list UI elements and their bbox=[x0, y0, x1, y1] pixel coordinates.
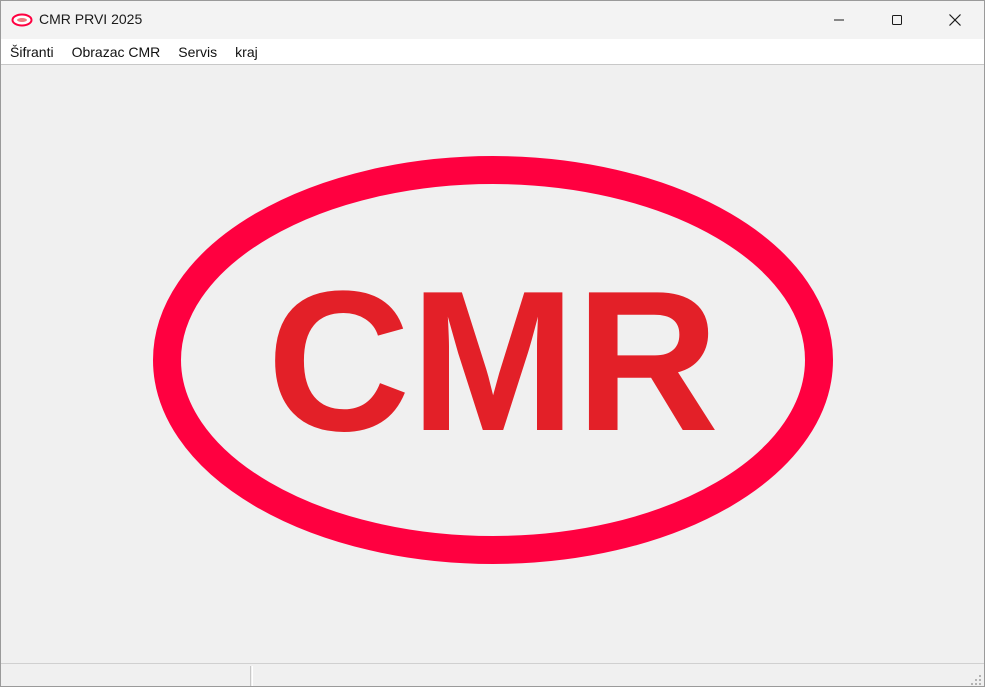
maximize-button[interactable] bbox=[868, 1, 926, 39]
cmr-logo: CMR bbox=[153, 156, 833, 564]
status-panel-1 bbox=[3, 666, 251, 686]
logo-text: CMR bbox=[267, 250, 719, 473]
menu-bar: Šifranti Obrazac CMR Servis kraj bbox=[1, 39, 984, 65]
close-button[interactable] bbox=[926, 1, 984, 39]
minimize-button[interactable] bbox=[810, 1, 868, 39]
status-bar bbox=[1, 663, 984, 686]
maximize-icon bbox=[892, 15, 902, 25]
client-area: CMR bbox=[1, 66, 984, 663]
menu-item-sifranti[interactable]: Šifranti bbox=[1, 39, 63, 65]
menu-item-kraj[interactable]: kraj bbox=[226, 39, 267, 65]
menu-item-servis[interactable]: Servis bbox=[169, 39, 226, 65]
resize-grip-icon[interactable] bbox=[970, 674, 982, 686]
minimize-icon bbox=[834, 19, 844, 21]
close-icon bbox=[949, 14, 961, 26]
window-title: CMR PRVI 2025 bbox=[39, 11, 143, 27]
cmr-logo-icon bbox=[11, 13, 33, 27]
menu-item-obrazac-cmr[interactable]: Obrazac CMR bbox=[63, 39, 170, 65]
status-panel-2 bbox=[252, 666, 967, 686]
main-window: CMR PRVI 2025 Šifranti Obrazac CMR Servi… bbox=[0, 0, 985, 687]
title-bar[interactable]: CMR PRVI 2025 bbox=[1, 1, 984, 39]
